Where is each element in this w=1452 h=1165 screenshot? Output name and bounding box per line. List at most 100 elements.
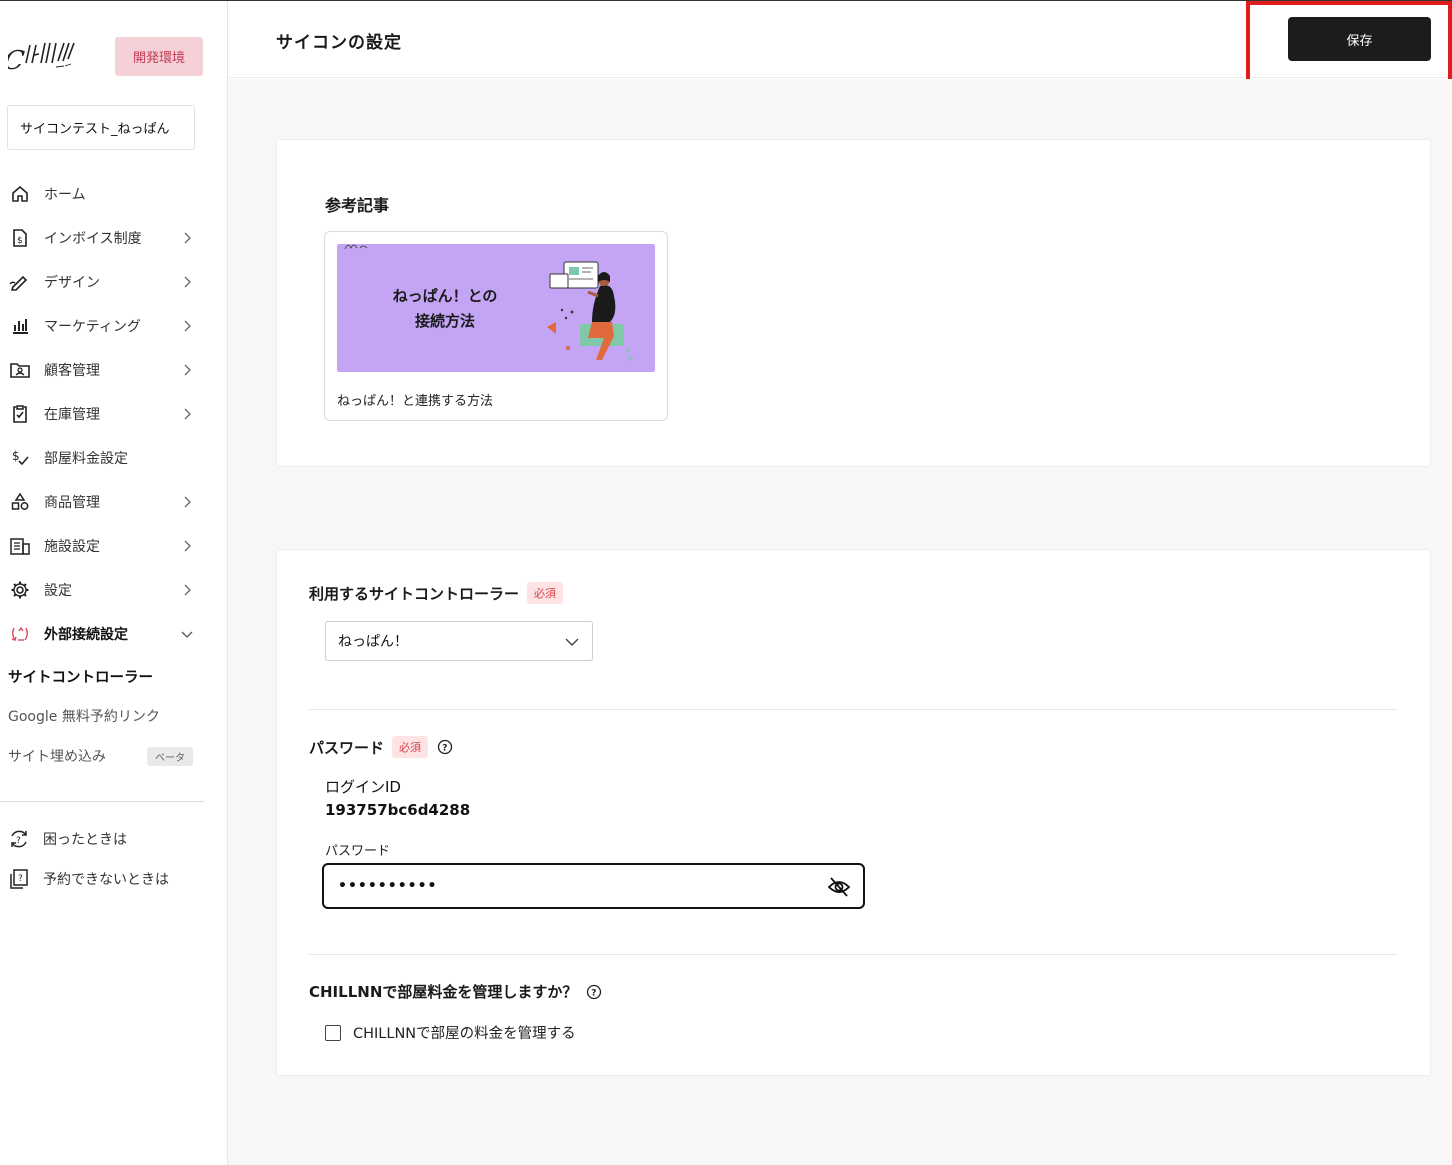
nav-label-external-connection: 外部接続設定 xyxy=(44,627,128,643)
password-label-row: パスワード 必須 ? xyxy=(309,736,453,758)
env-badge: 開発環境 xyxy=(115,37,203,76)
chevron-right-icon xyxy=(184,540,191,552)
building-icon xyxy=(9,535,31,557)
site-controller-value: ねっぱん！ xyxy=(338,634,408,650)
nav-label-products: 商品管理 xyxy=(44,495,100,511)
help-links: ? 困ったときは ? 予約できないときは xyxy=(0,819,228,899)
help-item-trouble[interactable]: ? 困ったときは xyxy=(0,819,228,859)
person-laptop-illustration xyxy=(547,261,633,361)
site-controller-select[interactable]: ねっぱん！ xyxy=(325,621,593,661)
help-label-trouble: 困ったときは xyxy=(43,832,127,848)
thumbnail-corner-scribble xyxy=(344,244,368,250)
nav-item-settings[interactable]: 設定 xyxy=(0,568,228,612)
main-content: 参考記事 ねっぱん！との 接続方法 ねっぱん！と連携する方法 利用するサイトコン… xyxy=(228,79,1452,1165)
password-input[interactable]: •••••••••• xyxy=(322,863,865,909)
chevron-right-icon xyxy=(184,320,191,332)
eye-off-icon[interactable] xyxy=(827,876,851,898)
nav-label-inventory: 在庫管理 xyxy=(44,407,100,423)
nav-item-customers[interactable]: 顧客管理 xyxy=(0,348,228,392)
gear-icon xyxy=(9,579,31,601)
required-badge: 必須 xyxy=(392,736,429,758)
question-circle-icon[interactable]: ? xyxy=(586,984,602,1000)
nav-item-home[interactable]: ホーム xyxy=(0,172,228,216)
beta-badge: ベータ xyxy=(147,747,193,766)
controller-label: 利用するサイトコントローラー xyxy=(309,584,520,603)
manage-pricing-checkbox-label: CHILLNNで部屋の料金を管理する xyxy=(353,1026,576,1042)
article-caption: ねっぱん！と連携する方法 xyxy=(337,394,494,409)
manage-question-label: CHILLNNで部屋料金を管理しますか？ xyxy=(309,983,578,1001)
thumbnail-text: ねっぱん！との 接続方法 xyxy=(357,284,533,334)
thumbnail-line-1: ねっぱん！との xyxy=(392,287,498,305)
nav-label-invoice: インボイス制度 xyxy=(44,231,142,247)
nav-item-facility[interactable]: 施設設定 xyxy=(0,524,228,568)
sidebar: C 開発環境 サイコンテスト_ねっぱん ホーム $ インボイス制度 デザイン マ… xyxy=(0,1,228,1165)
svg-text:$: $ xyxy=(17,236,23,246)
nav-item-room-pricing[interactable]: $ 部屋料金設定 xyxy=(0,436,228,480)
chevron-right-icon xyxy=(184,496,191,508)
sidebar-divider xyxy=(0,801,204,802)
svg-text:C: C xyxy=(8,46,26,76)
chevron-down-icon xyxy=(181,631,193,638)
svg-text:?: ? xyxy=(442,744,447,754)
manage-pricing-checkbox-row[interactable]: CHILLNNで部屋の料金を管理する xyxy=(325,1022,576,1043)
site-controller-card: 利用するサイトコントローラー 必須 ねっぱん！ パスワード 必須 ? ログインI… xyxy=(276,549,1431,1076)
design-pen-icon xyxy=(9,271,31,293)
nav-item-design[interactable]: デザイン xyxy=(0,260,228,304)
svg-text:?: ? xyxy=(592,988,597,998)
external-connection-icon xyxy=(9,623,31,645)
nav-item-invoice[interactable]: $ インボイス制度 xyxy=(0,216,228,260)
thumbnail-line-2: 接続方法 xyxy=(414,312,475,330)
nav-item-products[interactable]: 商品管理 xyxy=(0,480,228,524)
nav-item-external-connection[interactable]: 外部接続設定 xyxy=(0,612,228,656)
main-nav: ホーム $ インボイス制度 デザイン マーケティング 顧客管理 在庫管理 $ 部… xyxy=(0,172,228,776)
manage-question-row: CHILLNNで部屋料金を管理しますか？ ? xyxy=(309,981,602,1002)
help-label-cannot-book: 予約できないときは xyxy=(43,872,169,888)
nav-label-customers: 顧客管理 xyxy=(44,363,100,379)
article-thumbnail: ねっぱん！との 接続方法 xyxy=(337,244,655,372)
password-section-label: パスワード xyxy=(309,738,385,757)
nav-item-inventory[interactable]: 在庫管理 xyxy=(0,392,228,436)
store-selector[interactable]: サイコンテスト_ねっぱん xyxy=(7,105,195,150)
svg-text:?: ? xyxy=(16,836,21,846)
page-title: サイコンの設定 xyxy=(276,33,402,53)
required-badge: 必須 xyxy=(527,582,564,604)
reference-title: 参考記事 xyxy=(325,196,390,215)
svg-text:$: $ xyxy=(12,449,20,463)
section-divider xyxy=(309,954,1397,955)
login-id-label: ログインID xyxy=(325,778,401,796)
bar-chart-icon xyxy=(9,315,31,337)
controller-label-row: 利用するサイトコントローラー 必須 xyxy=(309,582,564,604)
help-copy-icon: ? xyxy=(8,868,30,890)
sub-item-site-controller[interactable]: サイトコントローラー xyxy=(0,656,228,696)
sub-item-site-embed[interactable]: サイト埋め込み ベータ xyxy=(0,736,228,776)
password-masked-value: •••••••••• xyxy=(338,878,438,894)
invoice-icon: $ xyxy=(9,227,31,249)
sub-item-site-embed-label: サイト埋め込み xyxy=(8,749,106,765)
login-id-value: 193757bc6d4288 xyxy=(325,801,471,819)
section-divider xyxy=(309,709,1397,710)
clipboard-check-icon xyxy=(9,403,31,425)
chevron-down-icon xyxy=(565,638,579,646)
customer-folder-icon xyxy=(9,359,31,381)
reference-card: 参考記事 ねっぱん！との 接続方法 ねっぱん！と連携する方法 xyxy=(276,139,1431,467)
nav-label-home: ホーム xyxy=(44,187,86,203)
price-check-icon: $ xyxy=(9,447,31,469)
shapes-icon xyxy=(9,491,31,513)
help-item-cannot-book[interactable]: ? 予約できないときは xyxy=(0,859,228,899)
reference-article-card[interactable]: ねっぱん！との 接続方法 ねっぱん！と連携する方法 xyxy=(324,231,668,421)
home-icon xyxy=(9,183,31,205)
chevron-right-icon xyxy=(184,232,191,244)
help-cycle-icon: ? xyxy=(8,828,30,850)
nav-label-facility: 施設設定 xyxy=(44,539,100,555)
nav-label-settings: 設定 xyxy=(44,583,72,599)
chevron-right-icon xyxy=(184,364,191,376)
chevron-right-icon xyxy=(184,276,191,288)
svg-text:?: ? xyxy=(18,874,23,884)
manage-pricing-checkbox[interactable] xyxy=(325,1024,341,1041)
question-circle-icon[interactable]: ? xyxy=(437,739,453,755)
sub-item-google-booking[interactable]: Google 無料予約リンク xyxy=(0,696,228,736)
chillnn-logo: C xyxy=(8,42,75,76)
nav-item-marketing[interactable]: マーケティング xyxy=(0,304,228,348)
nav-label-room-pricing: 部屋料金設定 xyxy=(44,451,128,467)
password-field-label: パスワード xyxy=(325,844,391,859)
